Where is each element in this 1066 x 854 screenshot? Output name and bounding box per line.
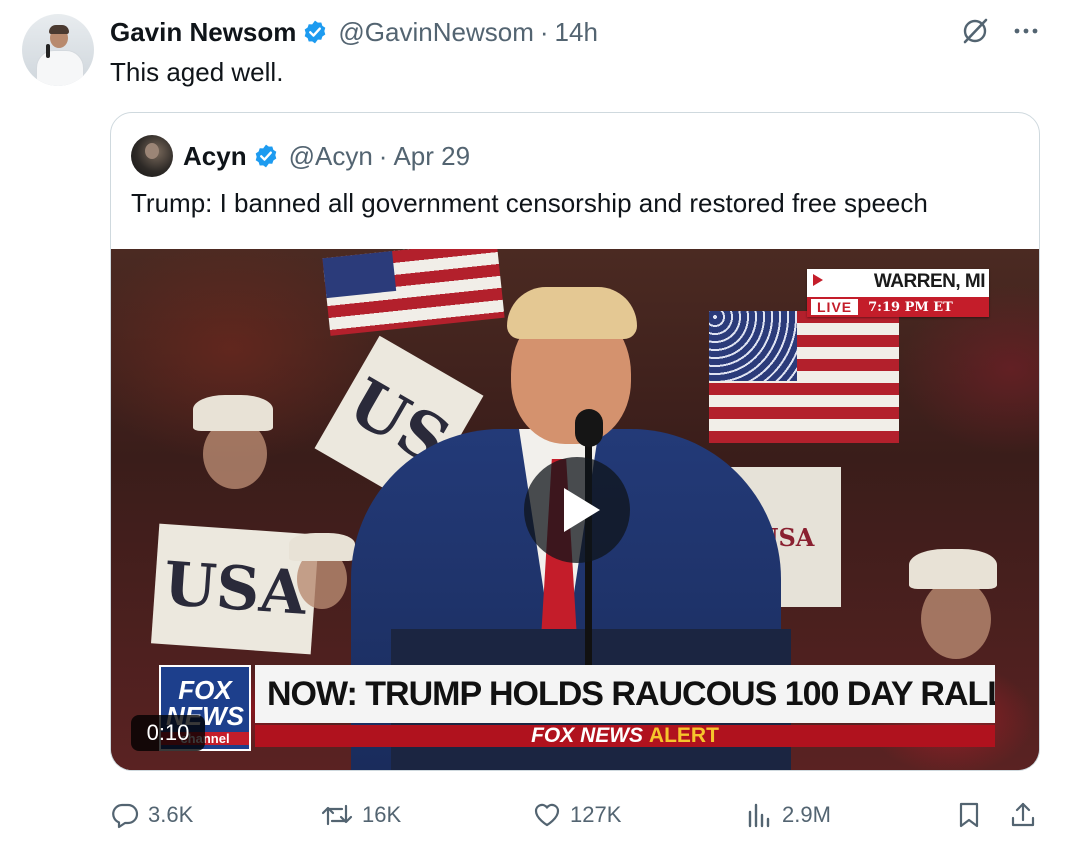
views-icon (744, 800, 782, 830)
play-icon[interactable] (524, 457, 630, 563)
author-avatar[interactable] (22, 14, 94, 86)
like-button[interactable]: 127K (532, 795, 621, 835)
quote-date[interactable]: Apr 29 (393, 141, 470, 172)
crowd-face (921, 579, 991, 659)
more-icon[interactable] (1012, 17, 1040, 45)
reply-count: 3.6K (148, 802, 194, 827)
location-arrow (813, 274, 823, 286)
video-player[interactable]: USA US USA WARREN, MI LIVE 7:19 PM ET FO… (111, 249, 1039, 770)
repost-icon (320, 800, 362, 830)
tweet-text: This aged well. (110, 57, 284, 87)
crowd-cap (909, 549, 997, 589)
reply-button[interactable]: 3.6K (110, 795, 193, 835)
share-icon (1008, 800, 1046, 830)
quote-author-avatar[interactable] (131, 135, 173, 177)
play-triangle (564, 488, 600, 532)
repost-button[interactable]: 16K (320, 795, 401, 835)
repost-count: 16K (362, 802, 402, 827)
reply-icon (110, 800, 148, 830)
chyron-alert-bar: FOX NEWS ALERT (255, 725, 995, 747)
flag-right (709, 311, 899, 443)
speaker-hair (507, 287, 637, 339)
sign-usa-1-text: USA (161, 549, 309, 629)
crowd-cap (289, 533, 355, 561)
verified-badge-icon[interactable] (253, 143, 279, 169)
video-duration: 0:10 (131, 715, 205, 751)
avatar-hair (49, 25, 69, 34)
bookmark-button[interactable] (954, 795, 992, 835)
separator-dot: · (378, 140, 388, 171)
quote-author-handle[interactable]: @Acyn (289, 141, 373, 172)
chyron-headline: NOW: TRUMP HOLDS RAUCOUS 100 DAY RALLY (255, 665, 995, 723)
quote-author-display-name[interactable]: Acyn (183, 141, 247, 172)
quote-text: Trump: I banned all government censorshi… (131, 188, 928, 218)
tweet-timestamp[interactable]: 14h (555, 17, 598, 48)
bookmark-icon (954, 800, 992, 830)
avatar-shirt (36, 50, 84, 86)
views-count: 2.9M (782, 802, 831, 827)
crowd-cap (193, 395, 273, 431)
location-bug: WARREN, MI LIVE 7:19 PM ET (807, 269, 989, 317)
like-count: 127K (570, 802, 622, 827)
quote-header: Acyn @Acyn · Apr 29 (131, 135, 470, 177)
author-handle[interactable]: @GavinNewsom (338, 17, 533, 48)
grok-icon[interactable] (960, 16, 990, 46)
live-label: LIVE (811, 299, 859, 315)
share-button[interactable] (1008, 795, 1046, 835)
quoted-tweet[interactable]: Acyn @Acyn · Apr 29 Trump: I banned all … (110, 112, 1040, 771)
logo-line-1: FOX (178, 675, 232, 705)
like-icon (532, 800, 570, 830)
alert-word: ALERT (648, 724, 719, 747)
tweet-top-actions (960, 16, 1040, 46)
verified-badge-icon[interactable] (302, 19, 328, 45)
tweet-header: Gavin Newsom @GavinNewsom · 14h (110, 14, 598, 50)
avatar-microphone (46, 44, 50, 58)
tweet[interactable]: Gavin Newsom @GavinNewsom · 14h This age (0, 0, 1066, 854)
author-display-name[interactable]: Gavin Newsom (110, 17, 296, 48)
location-city: WARREN, MI (873, 271, 986, 292)
views-button[interactable]: 2.9M (744, 795, 831, 835)
live-clock: 7:19 PM ET (868, 299, 953, 315)
microphone (575, 409, 603, 447)
news-chyron: FOX NEWS channel NOW: TRUMP HOLDS RAUCOU… (159, 665, 995, 751)
separator-dot: · (539, 16, 549, 47)
live-bar: LIVE 7:19 PM ET (807, 297, 989, 317)
alert-brand: FOX NEWS (531, 724, 644, 747)
tweet-actions: 3.6K 16K 127K 2.9M (110, 795, 1040, 835)
